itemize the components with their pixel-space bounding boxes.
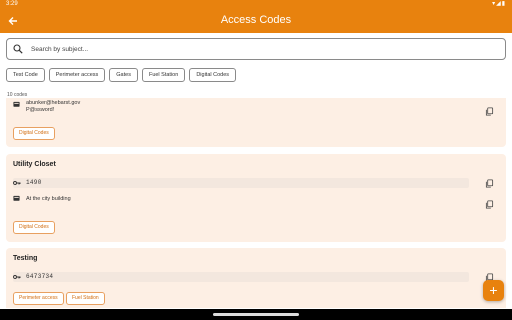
system-nav-bar	[0, 309, 512, 320]
code-value: 1490	[26, 179, 42, 186]
search-box[interactable]	[6, 38, 506, 60]
add-code-button[interactable]: +	[483, 280, 504, 301]
tag-digital-codes[interactable]: Digital Codes	[13, 127, 55, 140]
note-row: At the city building	[13, 194, 469, 204]
search-input[interactable]	[31, 41, 501, 57]
password-text: P@ssword!	[26, 107, 55, 113]
status-time: 3:29	[6, 1, 18, 7]
copy-icon[interactable]	[485, 107, 494, 116]
page-title: Access Codes	[220, 14, 292, 26]
tag-fuel-station[interactable]: Fuel Station	[66, 292, 105, 305]
home-handle[interactable]	[213, 313, 299, 316]
code-card[interactable]: abunker@hebarst.gov P@ssword! Digital Co…	[6, 98, 506, 147]
copy-icon[interactable]	[485, 179, 494, 188]
note-text: At the city building	[26, 196, 71, 202]
tag-perimeter-access[interactable]: Perimeter access	[13, 292, 64, 305]
card-title: Utility Closet	[13, 161, 56, 168]
card-title: Testing	[13, 255, 38, 262]
add-icon: +	[489, 282, 498, 298]
credentials-row: abunker@hebarst.gov P@ssword!	[13, 100, 469, 114]
code-row: 6473734	[13, 272, 469, 282]
tag-digital-codes[interactable]: Digital Codes	[13, 221, 55, 234]
status-bar: 3:29 ▾◢▮	[0, 0, 512, 9]
status-icons: ▾◢▮	[492, 1, 506, 7]
filter-chip-gates[interactable]: Gates	[109, 68, 138, 82]
code-row: 1490	[13, 178, 469, 188]
code-card[interactable]: Utility Closet 1490 At the city building…	[6, 154, 506, 242]
copy-icon[interactable]	[485, 200, 494, 209]
note-icon	[13, 195, 21, 203]
filter-chip-perimeter-access[interactable]: Perimeter access	[48, 68, 106, 82]
username-text: abunker@hebarst.gov	[26, 100, 81, 106]
filter-chips: Test Code Perimeter access Gates Fuel St…	[6, 68, 237, 82]
search-icon	[13, 44, 23, 54]
code-card[interactable]: Testing 6473734 Perimeter access Fuel St…	[6, 248, 506, 308]
account-icon	[13, 101, 21, 109]
filter-chip-digital-codes[interactable]: Digital Codes	[189, 68, 237, 82]
code-value: 6473734	[26, 273, 54, 280]
filter-chip-test-code[interactable]: Test Code	[6, 68, 45, 82]
codes-list[interactable]: abunker@hebarst.gov P@ssword! Digital Co…	[6, 98, 506, 308]
filter-chip-fuel-station[interactable]: Fuel Station	[141, 68, 186, 82]
key-icon	[13, 273, 21, 281]
key-icon	[13, 179, 21, 187]
app-bar: Access Codes	[0, 9, 512, 33]
